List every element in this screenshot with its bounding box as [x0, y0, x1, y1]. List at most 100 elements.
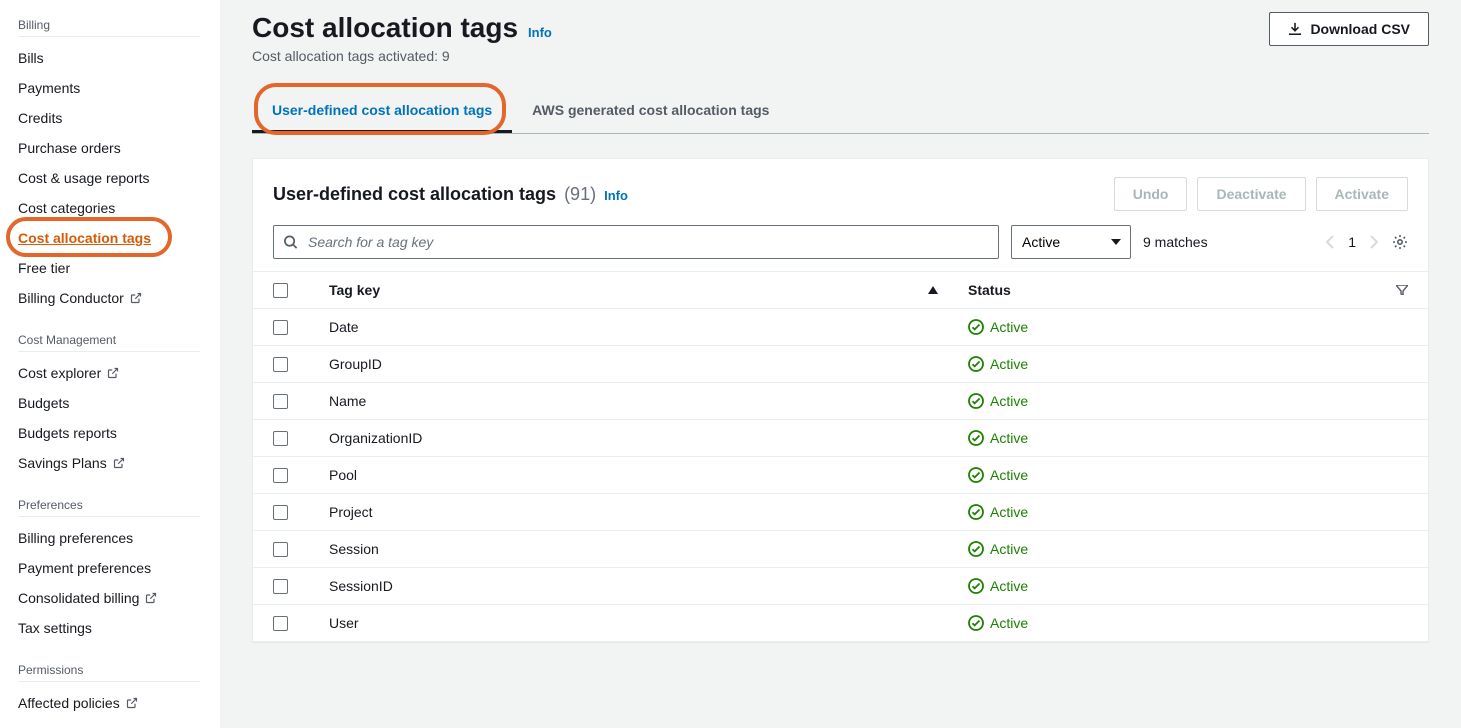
- row-checkbox[interactable]: [273, 431, 288, 446]
- sidebar-item-affected-policies[interactable]: Affected policies: [18, 688, 220, 718]
- tag-key-cell: Date: [329, 319, 359, 335]
- sidebar-item-label: Purchase orders: [18, 140, 121, 156]
- status-active-icon: [968, 467, 984, 483]
- sidebar-item-label: Billing Conductor: [18, 290, 124, 306]
- row-checkbox[interactable]: [273, 542, 288, 557]
- page-number: 1: [1348, 234, 1356, 250]
- column-header-status[interactable]: Status: [968, 282, 1408, 298]
- table-row: Project Active: [253, 494, 1428, 531]
- column-header-tag-key[interactable]: Tag key: [329, 282, 968, 298]
- sort-asc-icon: [928, 286, 938, 294]
- tag-key-cell: User: [329, 615, 359, 631]
- row-checkbox[interactable]: [273, 468, 288, 483]
- status-cell: Active: [990, 615, 1028, 631]
- search-box: [273, 225, 999, 259]
- sidebar-item-label: Savings Plans: [18, 455, 107, 471]
- download-icon: [1288, 22, 1302, 36]
- undo-button[interactable]: Undo: [1114, 177, 1188, 211]
- sidebar-item-label: Cost & usage reports: [18, 170, 150, 186]
- sidebar-item-cost-explorer[interactable]: Cost explorer: [18, 358, 220, 388]
- row-checkbox[interactable]: [273, 579, 288, 594]
- activate-button[interactable]: Activate: [1316, 177, 1408, 211]
- sidebar-item-billing-preferences[interactable]: Billing preferences: [18, 523, 220, 553]
- section-title-billing: Billing: [18, 12, 200, 37]
- tag-key-cell: SessionID: [329, 578, 393, 594]
- select-all-checkbox[interactable]: [273, 283, 288, 298]
- sidebar-item-budgets[interactable]: Budgets: [18, 388, 220, 418]
- sidebar-item-cost-allocation-tags[interactable]: Cost allocation tags: [18, 223, 220, 253]
- tab-label: User-defined cost allocation tags: [272, 102, 492, 118]
- row-checkbox[interactable]: [273, 320, 288, 335]
- matches-count: 9 matches: [1143, 234, 1208, 250]
- tags-table: Tag key Status Date Active GroupID Acti: [253, 271, 1428, 641]
- status-cell: Active: [990, 393, 1028, 409]
- sidebar-item-label: Billing preferences: [18, 530, 133, 546]
- deactivate-button[interactable]: Deactivate: [1197, 177, 1305, 211]
- sidebar-item-budgets-reports[interactable]: Budgets reports: [18, 418, 220, 448]
- page-title: Cost allocation tags: [252, 12, 518, 44]
- tab-user-defined[interactable]: User-defined cost allocation tags: [252, 90, 512, 133]
- pagination: 1: [1326, 234, 1408, 250]
- external-link-icon: [145, 592, 157, 604]
- status-cell: Active: [990, 541, 1028, 557]
- info-link[interactable]: Info: [528, 25, 552, 40]
- sidebar-item-label: Free tier: [18, 260, 70, 276]
- sidebar-item-purchase-orders[interactable]: Purchase orders: [18, 133, 220, 163]
- external-link-icon: [130, 292, 142, 304]
- section-title-preferences: Preferences: [18, 492, 200, 517]
- table-row: Session Active: [253, 531, 1428, 568]
- status-filter-select[interactable]: Active: [1011, 225, 1131, 259]
- status-active-icon: [968, 578, 984, 594]
- status-cell: Active: [990, 430, 1028, 446]
- sidebar-item-label: Affected policies: [18, 695, 120, 711]
- sidebar-item-label: Cost categories: [18, 200, 115, 216]
- tab-aws-generated[interactable]: AWS generated cost allocation tags: [512, 90, 789, 133]
- table-row: User Active: [253, 605, 1428, 641]
- download-csv-button[interactable]: Download CSV: [1269, 12, 1429, 46]
- sidebar-item-credits[interactable]: Credits: [18, 103, 220, 133]
- sidebar-item-tax-settings[interactable]: Tax settings: [18, 613, 220, 643]
- tag-key-cell: OrganizationID: [329, 430, 422, 446]
- sidebar-item-bills[interactable]: Bills: [18, 43, 220, 73]
- sidebar-item-consolidated-billing[interactable]: Consolidated billing: [18, 583, 220, 613]
- sidebar-item-cost-usage-reports[interactable]: Cost & usage reports: [18, 163, 220, 193]
- external-link-icon: [113, 457, 125, 469]
- sidebar-item-savings-plans[interactable]: Savings Plans: [18, 448, 220, 478]
- sidebar-item-payment-preferences[interactable]: Payment preferences: [18, 553, 220, 583]
- sidebar-item-label: Tax settings: [18, 620, 92, 636]
- sidebar-item-label: Payment preferences: [18, 560, 151, 576]
- sidebar-item-label: Cost explorer: [18, 365, 101, 381]
- row-checkbox[interactable]: [273, 505, 288, 520]
- sidebar-item-label: Consolidated billing: [18, 590, 139, 606]
- download-csv-label: Download CSV: [1310, 21, 1410, 37]
- sidebar-item-label: Credits: [18, 110, 62, 126]
- table-row: Date Active: [253, 309, 1428, 346]
- sidebar-item-cost-categories[interactable]: Cost categories: [18, 193, 220, 223]
- tab-label: AWS generated cost allocation tags: [532, 102, 769, 118]
- page-next[interactable]: [1370, 235, 1378, 249]
- row-checkbox[interactable]: [273, 357, 288, 372]
- row-checkbox[interactable]: [273, 394, 288, 409]
- settings-icon[interactable]: [1392, 234, 1408, 250]
- sidebar-item-billing-conductor[interactable]: Billing Conductor: [18, 283, 220, 313]
- sidebar-item-payments[interactable]: Payments: [18, 73, 220, 103]
- status-active-icon: [968, 356, 984, 372]
- sidebar-item-label: Budgets: [18, 395, 69, 411]
- status-active-icon: [968, 504, 984, 520]
- panel-info-link[interactable]: Info: [604, 188, 628, 203]
- row-checkbox[interactable]: [273, 616, 288, 631]
- main-content: Cost allocation tags Info Cost allocatio…: [220, 0, 1461, 728]
- table-header: Tag key Status: [253, 272, 1428, 309]
- status-cell: Active: [990, 467, 1028, 483]
- table-row: Pool Active: [253, 457, 1428, 494]
- status-active-icon: [968, 615, 984, 631]
- column-label: Tag key: [329, 282, 380, 298]
- section-title-permissions: Permissions: [18, 657, 200, 682]
- sidebar-item-label: Cost allocation tags: [18, 230, 151, 246]
- sidebar-item-free-tier[interactable]: Free tier: [18, 253, 220, 283]
- status-active-icon: [968, 430, 984, 446]
- sidebar-item-label: Bills: [18, 50, 44, 66]
- sidebar: Billing Bills Payments Credits Purchase …: [0, 0, 220, 728]
- search-input[interactable]: [273, 225, 999, 259]
- page-prev[interactable]: [1326, 235, 1334, 249]
